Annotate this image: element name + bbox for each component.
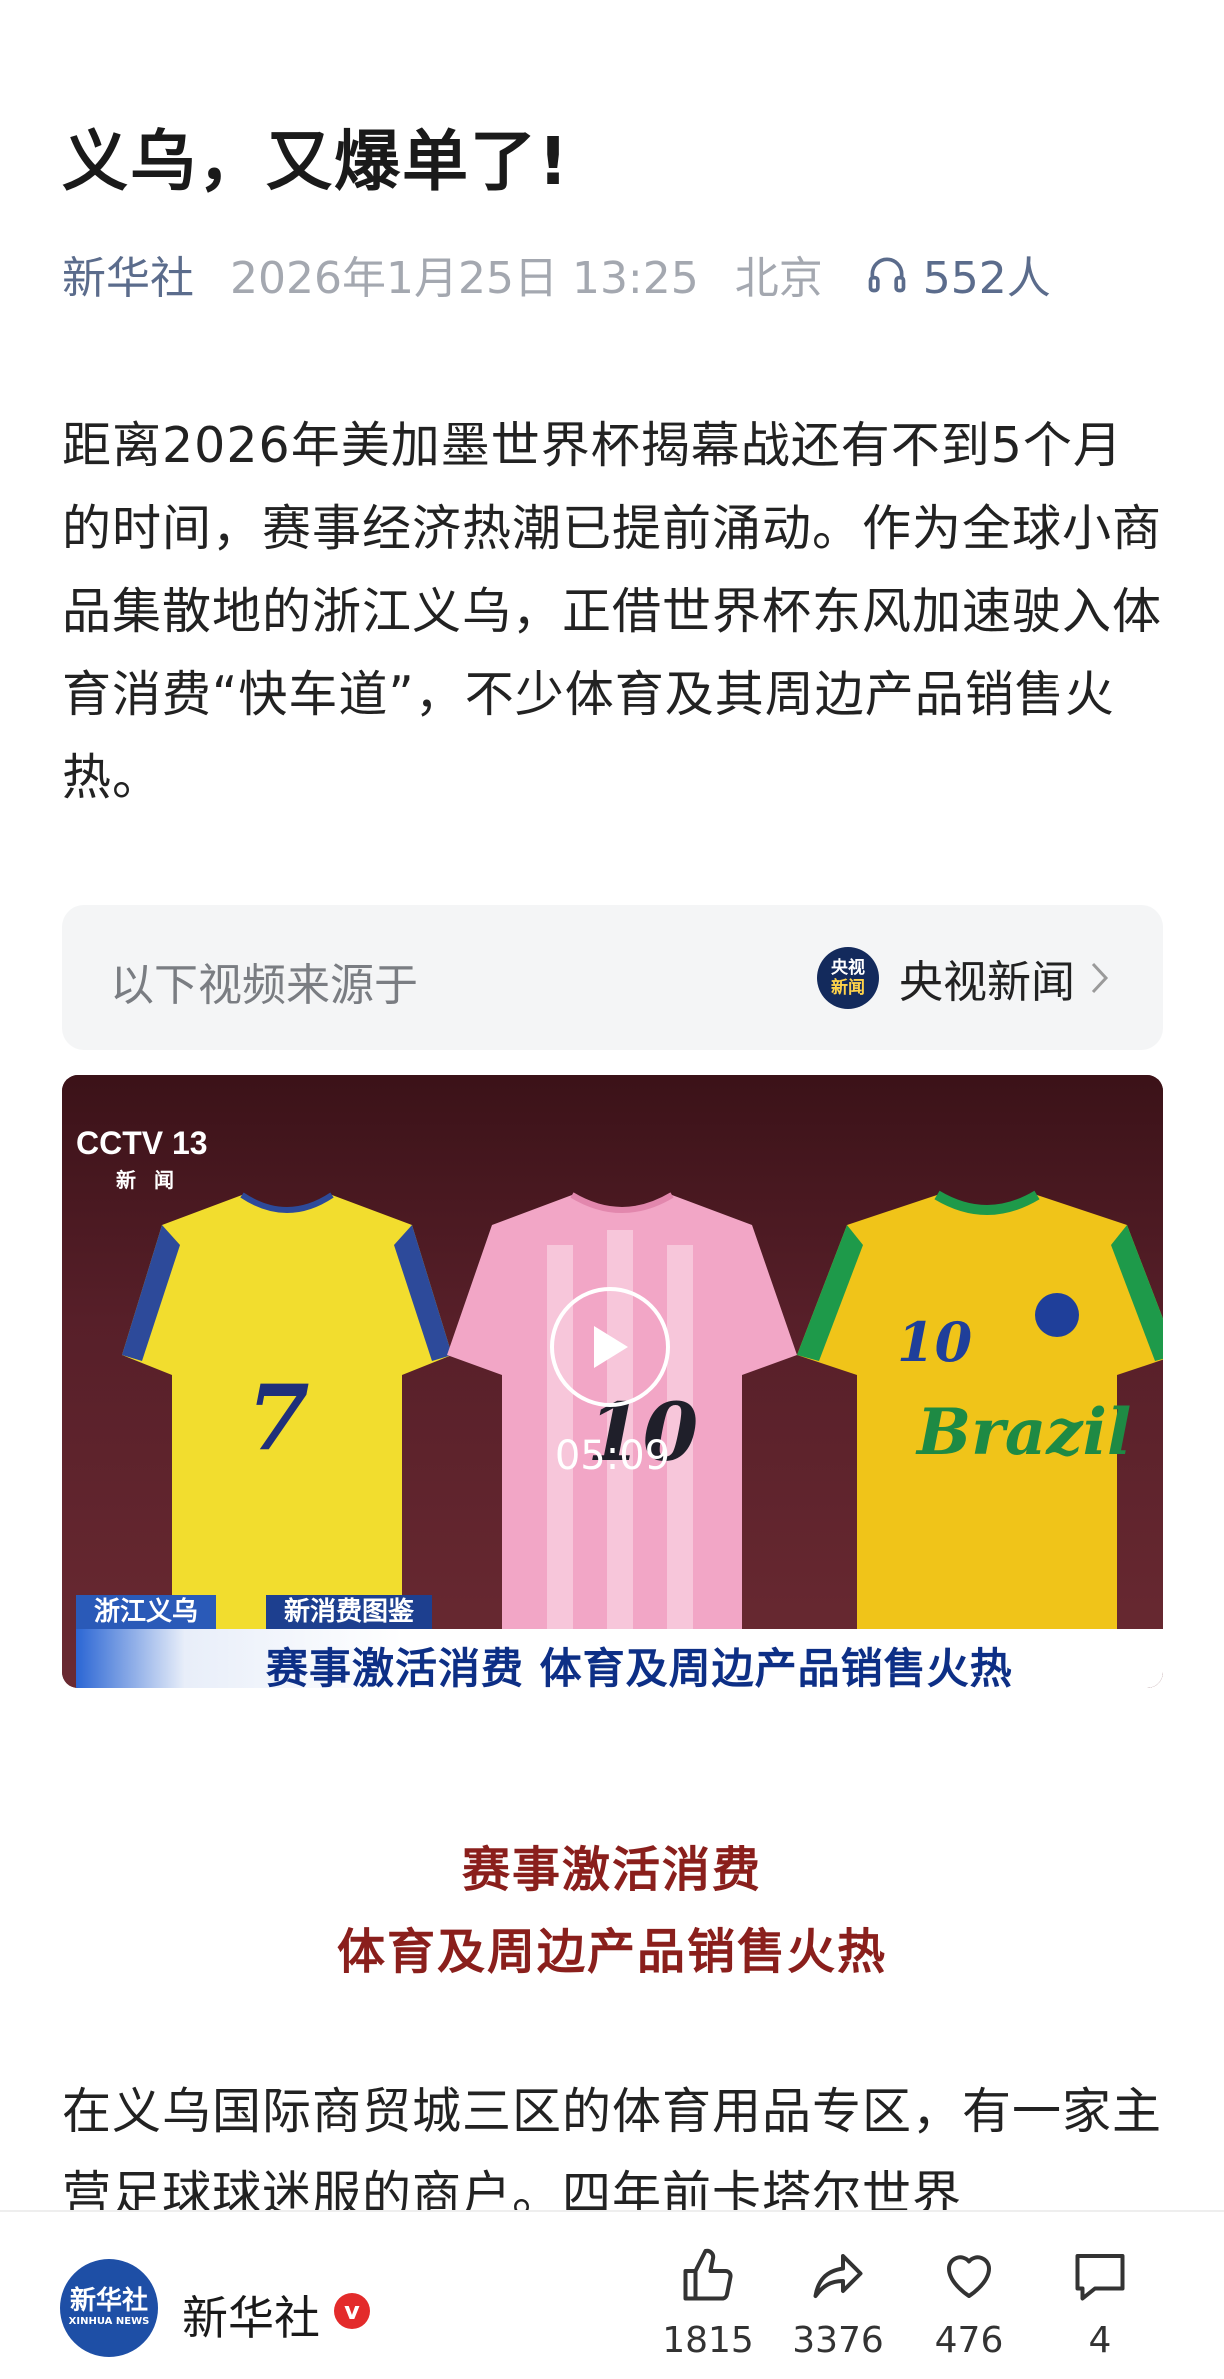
share-button[interactable]: 3376 [778,2246,898,2361]
jersey-number: 10 [897,1310,973,1374]
article-date: 2026年1月25日 13:25 [230,253,699,304]
like-button[interactable]: 1815 [648,2246,768,2361]
share-count: 3376 [792,2320,884,2361]
comment-button[interactable]: 4 [1040,2246,1160,2361]
location-tag: 浙江义乌 [76,1595,217,1629]
article-title: 义乌，又爆单了! [62,123,571,200]
news-lower-third: 浙江义乌 新消费图鉴 赛事激活消费 体育及周边产品销售火热 [76,1595,1163,1688]
author-name[interactable]: 新华社 [182,2282,320,2348]
verified-badge: v [334,2293,370,2329]
article-paragraph: 距离2026年美加墨世界杯揭幕战还有不到5个月的时间，赛事经济热潮已提前涌动。作… [62,417,1163,806]
comment-count: 4 [1088,2320,1112,2361]
listener-count: 552人 [922,253,1051,304]
program-tag: 新消费图鉴 [266,1595,433,1629]
play-icon [594,1326,628,1368]
cctv13-logo: CCTV 13 新闻 [76,1125,208,1192]
video-duration: 05:09 [554,1433,671,1479]
chevron-right-icon [1091,962,1109,994]
like-count: 1815 [662,2320,754,2361]
section-subhead: 赛事激活消费 [461,1842,762,1898]
video-source-card[interactable]: 以下视频来源于 央视 新闻 央视新闻 [62,905,1163,1050]
play-button[interactable] [550,1287,670,1407]
article-meta: 新华社 2026年1月25日 13:25 北京 552人 [62,244,1051,304]
headphones-icon [868,257,906,293]
author-avatar[interactable]: 新华社 XINHUA NEWS [60,2259,158,2357]
video-source-label: 以下视频来源于 [110,960,418,1011]
section-subhead: 体育及周边产品销售火热 [336,1924,887,1980]
video-source-link[interactable]: 央视 新闻 央视新闻 [817,939,1111,1017]
video-source-name: 央视新闻 [899,957,1075,1008]
favorite-count: 476 [934,2320,1004,2361]
video-headline: 赛事激活消费 体育及周边产品销售火热 [266,1644,1013,1688]
article-location: 北京 [734,253,823,304]
comment-icon [1075,2254,1125,2301]
favorite-button[interactable]: 476 [909,2246,1029,2361]
listen-button[interactable]: 552人 [865,242,1051,306]
bottom-action-bar: 新华社 XINHUA NEWS 新华社 v 1815 3376 476 4 [0,2210,1224,2379]
cctv-news-logo: 央视 新闻 [817,947,879,1009]
share-arrow-icon [813,2254,863,2298]
thumbs-up-icon [683,2248,733,2301]
video-player[interactable]: 7 10 10 Brazil CCTV 13 新闻 05:09 浙江义乌 新消费… [62,1075,1163,1688]
heart-icon [947,2255,991,2298]
article-source[interactable]: 新华社 [62,242,194,306]
